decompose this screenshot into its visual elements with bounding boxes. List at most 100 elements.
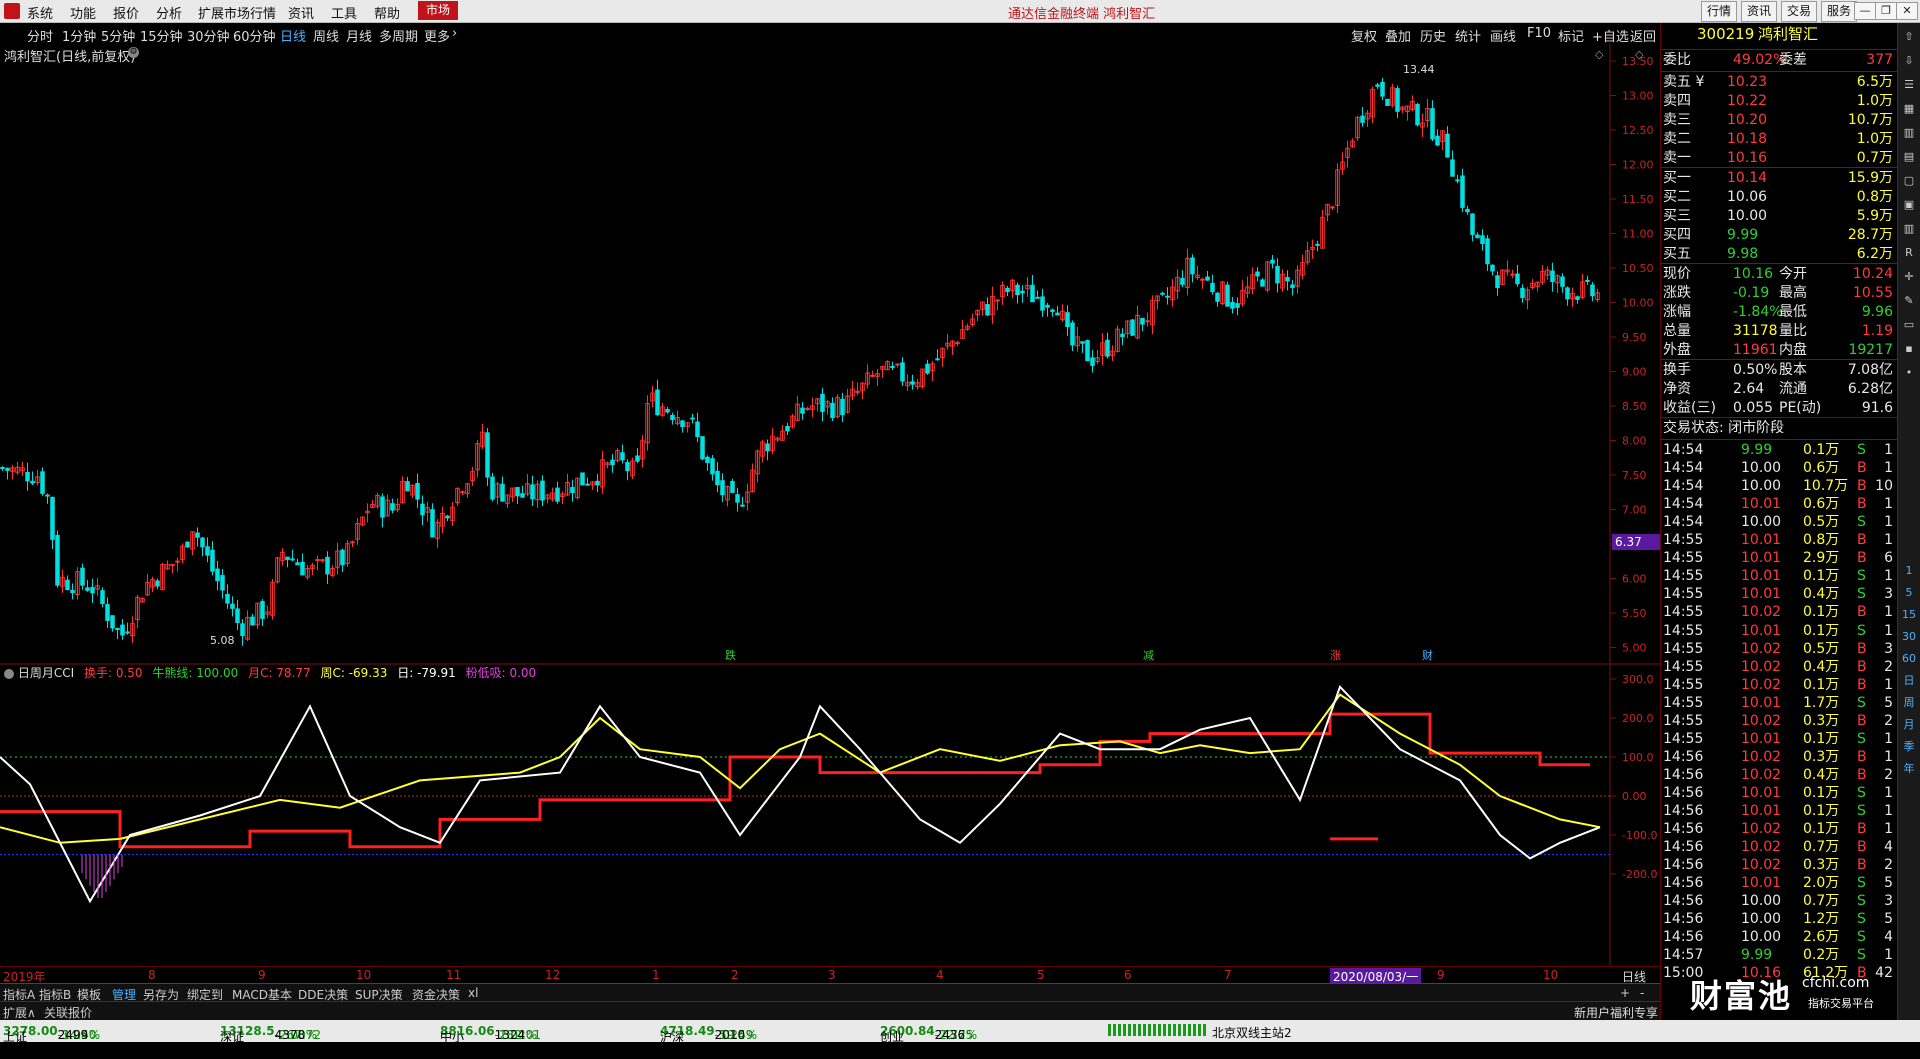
- ask-level-row[interactable]: 卖一 10.16 0.7万: [1661, 149, 1897, 168]
- ask-level-row[interactable]: 卖五 ¥10.23 6.5万: [1661, 73, 1897, 92]
- tick-row[interactable]: 14:54 10.01 0.6万 B 1: [1661, 495, 1897, 514]
- tick-row[interactable]: 14:54 9.99 0.1万 S 1: [1661, 441, 1897, 460]
- chart-area[interactable]: 13.5013.0012.5012.0011.5011.0010.5010.00…: [0, 43, 1660, 966]
- ask-level-row[interactable]: 卖二 10.18 1.0万: [1661, 130, 1897, 149]
- tick-row[interactable]: 14:54 10.00 0.6万 B 1: [1661, 459, 1897, 478]
- pen-icon[interactable]: ✎: [1901, 293, 1917, 309]
- tick-row[interactable]: 14:56 10.02 0.3万 B 2: [1661, 856, 1897, 875]
- tick-row[interactable]: 14:55 10.01 0.4万 S 3: [1661, 585, 1897, 604]
- extend-toggle[interactable]: 扩展∧: [3, 1004, 36, 1021]
- quote-stat-row[interactable]: 外盘 11961 内盘 19217: [1661, 341, 1897, 360]
- layout-icon[interactable]: ▤: [1901, 149, 1917, 165]
- menu-quote[interactable]: 报价: [113, 3, 139, 22]
- tick-row[interactable]: 14:54 10.00 10.7万 B 10: [1661, 477, 1897, 496]
- tick-row[interactable]: 14:55 10.02 0.5万 B 3: [1661, 640, 1897, 659]
- tick-row[interactable]: 14:56 10.01 0.1万 S 1: [1661, 802, 1897, 821]
- tick-row[interactable]: 14:55 10.01 0.1万 S 1: [1661, 730, 1897, 749]
- event-mark-rise[interactable]: 涨: [1330, 647, 1341, 663]
- top-tab-quote[interactable]: 行情: [1701, 1, 1738, 22]
- tick-row[interactable]: 14:56 10.00 0.7万 S 3: [1661, 892, 1897, 911]
- market-button[interactable]: 市场: [418, 1, 458, 20]
- grid-icon[interactable]: ▦: [1901, 101, 1917, 117]
- ask-level-row[interactable]: 卖三 10.20 10.7万: [1661, 111, 1897, 130]
- table-icon[interactable]: ▣: [1901, 197, 1917, 213]
- list-icon[interactable]: ☰: [1901, 77, 1917, 93]
- period-shortcut[interactable]: 日: [1901, 673, 1917, 689]
- up-arrow-icon[interactable]: ⇧: [1901, 29, 1917, 45]
- promo-link[interactable]: 新用户福利专享: [1574, 1004, 1658, 1021]
- indicator-settings-icon[interactable]: [4, 668, 14, 679]
- rsi-icon[interactable]: R: [1901, 245, 1917, 261]
- top-tab-trade[interactable]: 交易: [1781, 1, 1818, 22]
- tick-row[interactable]: 14:55 10.02 0.4万 B 2: [1661, 658, 1897, 677]
- bid-level-row[interactable]: 买五 9.98 6.2万: [1661, 245, 1897, 264]
- chart-icon[interactable]: ▥: [1901, 125, 1917, 141]
- related-quote-tab[interactable]: 关联报价: [44, 1004, 92, 1021]
- dot-icon[interactable]: •: [1901, 365, 1917, 381]
- tick-row[interactable]: 14:55 10.01 0.1万 S 1: [1661, 622, 1897, 641]
- menu-help[interactable]: 帮助: [374, 3, 400, 22]
- close-icon[interactable]: ✕: [1896, 2, 1918, 20]
- fundamental-row[interactable]: 净资 2.64 流通 6.28亿: [1661, 380, 1897, 399]
- period-shortcut[interactable]: 60: [1901, 651, 1917, 667]
- quote-stat-row[interactable]: 现价 10.16 今开 10.24: [1661, 265, 1897, 284]
- top-tab-news[interactable]: 资讯: [1741, 1, 1778, 22]
- ask-level-row[interactable]: 卖四 10.22 1.0万: [1661, 92, 1897, 111]
- cross-icon[interactable]: ✛: [1901, 269, 1917, 285]
- menu-analysis[interactable]: 分析: [156, 3, 182, 22]
- tick-row[interactable]: 14:56 10.02 0.7万 B 4: [1661, 838, 1897, 857]
- tick-row[interactable]: 14:54 10.00 0.5万 S 1: [1661, 513, 1897, 532]
- tick-row[interactable]: 14:57 9.99 0.2万 S 1: [1661, 946, 1897, 965]
- fundamental-row[interactable]: 收益(三) 0.055 PE(动) 91.6: [1661, 399, 1897, 418]
- bid-level-row[interactable]: 买二 10.06 0.8万: [1661, 188, 1897, 207]
- maximize-icon[interactable]: ❐: [1875, 2, 1897, 20]
- tick-row[interactable]: 14:56 10.02 0.1万 B 1: [1661, 820, 1897, 839]
- tick-row[interactable]: 14:55 10.02 0.3万 B 2: [1661, 712, 1897, 731]
- period-shortcut[interactable]: 年: [1901, 761, 1917, 777]
- tick-row[interactable]: 14:56 10.02 0.4万 B 2: [1661, 766, 1897, 785]
- block-icon[interactable]: ▪: [1901, 341, 1917, 357]
- quote-stat-row[interactable]: 涨跌 -0.19 最高 10.55: [1661, 284, 1897, 303]
- add-tab-icon[interactable]: +: [1620, 986, 1630, 1000]
- tick-row[interactable]: 14:56 10.01 2.0万 S 5: [1661, 874, 1897, 893]
- window-icon[interactable]: ▢: [1901, 173, 1917, 189]
- menu-ext-market[interactable]: 扩展市场行情: [198, 3, 276, 22]
- minimize-icon[interactable]: —: [1854, 2, 1876, 20]
- tick-row[interactable]: 14:55 10.01 0.1万 S 1: [1661, 567, 1897, 586]
- tick-row[interactable]: 14:56 10.02 0.3万 B 1: [1661, 748, 1897, 767]
- bid-level-row[interactable]: 买一 10.14 15.9万: [1661, 169, 1897, 188]
- tick-row[interactable]: 14:55 10.01 2.9万 B 6: [1661, 549, 1897, 568]
- tick-row[interactable]: 14:55 10.01 1.7万 S 5: [1661, 694, 1897, 713]
- tab-xl[interactable]: xl: [468, 986, 478, 1000]
- doc-icon[interactable]: ▭: [1901, 317, 1917, 333]
- window-restore-icon[interactable]: ◇: [1595, 48, 1604, 61]
- tick-row[interactable]: 14:56 10.00 2.6万 S 4: [1661, 928, 1897, 947]
- menu-function[interactable]: 功能: [70, 3, 96, 22]
- tool-f10[interactable]: F10: [1527, 26, 1551, 41]
- bars-icon[interactable]: ▥: [1901, 221, 1917, 237]
- indicator-name[interactable]: 日周月CCI: [18, 666, 74, 680]
- period-shortcut[interactable]: 1: [1901, 563, 1917, 579]
- event-mark-reduce[interactable]: 减: [1143, 647, 1154, 663]
- tick-row[interactable]: 14:56 10.00 1.2万 S 5: [1661, 910, 1897, 929]
- menu-system[interactable]: 系统: [27, 3, 53, 22]
- bid-level-row[interactable]: 买四 9.99 28.7万: [1661, 226, 1897, 245]
- chevron-right-icon[interactable]: ›: [452, 26, 457, 41]
- period-shortcut[interactable]: 5: [1901, 585, 1917, 601]
- event-mark-finance[interactable]: 财: [1422, 647, 1433, 663]
- quote-stat-row[interactable]: 总量 31178 量比 1.19: [1661, 322, 1897, 341]
- remove-tab-icon[interactable]: -: [1640, 986, 1644, 1000]
- down-arrow-icon[interactable]: ⇩: [1901, 53, 1917, 69]
- tick-row[interactable]: 14:55 10.01 0.8万 B 1: [1661, 531, 1897, 550]
- tick-row[interactable]: 14:55 10.02 0.1万 B 1: [1661, 676, 1897, 695]
- server-name[interactable]: 北京双线主站2: [1212, 1024, 1292, 1041]
- period-shortcut[interactable]: 月: [1901, 717, 1917, 733]
- event-mark-fall[interactable]: 跌: [725, 647, 736, 663]
- fundamental-row[interactable]: 换手 0.50% 股本 7.08亿: [1661, 361, 1897, 380]
- tick-row[interactable]: 14:55 10.02 0.1万 B 1: [1661, 603, 1897, 622]
- bid-level-row[interactable]: 买三 10.00 5.9万: [1661, 207, 1897, 226]
- period-shortcut[interactable]: 30: [1901, 629, 1917, 645]
- menu-tools[interactable]: 工具: [331, 3, 357, 22]
- menu-news[interactable]: 资讯: [288, 3, 314, 22]
- period-shortcut[interactable]: 15: [1901, 607, 1917, 623]
